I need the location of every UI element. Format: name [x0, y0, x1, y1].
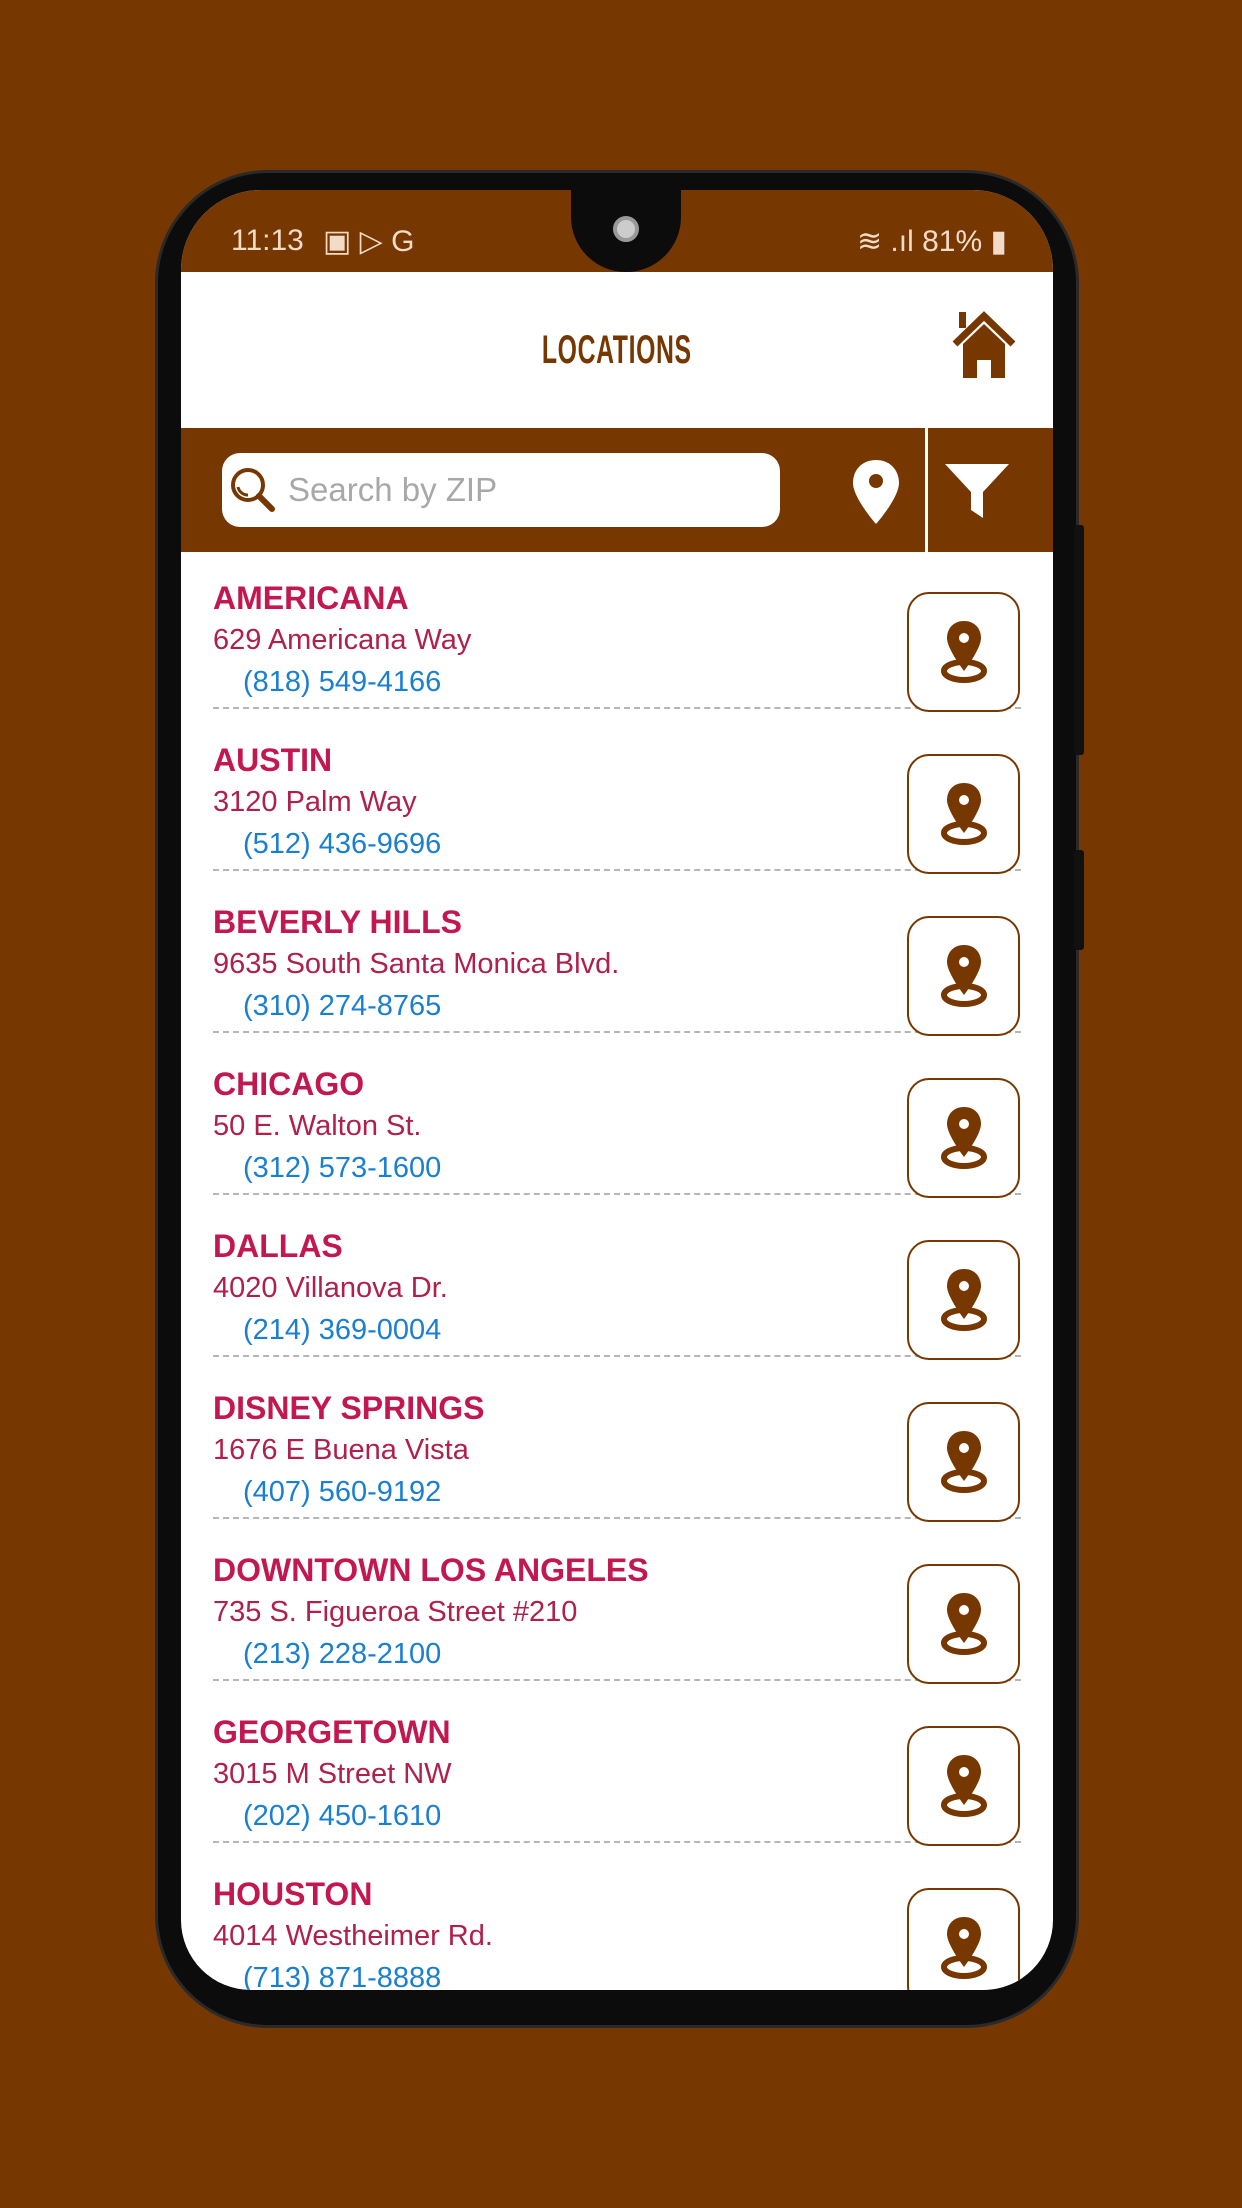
row-divider — [213, 1517, 1021, 1519]
location-address: 1676 E Buena Vista — [213, 1434, 469, 1466]
current-location-icon[interactable] — [851, 458, 901, 526]
map-pin-icon — [940, 1107, 987, 1169]
location-name: HOUSTON — [213, 1876, 373, 1912]
location-name: BEVERLY HILLS — [213, 904, 462, 940]
map-pin-icon — [940, 783, 987, 845]
map-directions-button[interactable] — [907, 1240, 1020, 1360]
map-pin-icon — [940, 1431, 987, 1493]
location-name: AMERICANA — [213, 580, 409, 616]
location-phone-link[interactable]: (818) 549-4166 — [243, 666, 441, 699]
location-address: 50 E. Walton St. — [213, 1110, 422, 1142]
row-divider — [213, 1841, 1021, 1843]
location-address: 629 Americana Way — [213, 624, 472, 656]
page-title: LOCATIONS — [542, 327, 692, 372]
location-address: 4020 Villanova Dr. — [213, 1272, 448, 1304]
location-row[interactable]: BEVERLY HILLS 9635 South Santa Monica Bl… — [181, 876, 1053, 1038]
location-address: 3015 M Street NW — [213, 1758, 452, 1790]
search-icon — [231, 468, 275, 512]
location-phone-link[interactable]: (512) 436-9696 — [243, 828, 441, 861]
status-right: ≋ .ıl 81% ▮ — [857, 224, 1007, 259]
map-directions-button[interactable] — [907, 1888, 1020, 1990]
row-divider — [213, 1679, 1021, 1681]
location-name: AUSTIN — [213, 742, 333, 778]
location-address: 4014 Westheimer Rd. — [213, 1920, 493, 1952]
map-directions-button[interactable] — [907, 592, 1020, 712]
location-row[interactable]: HOUSTON 4014 Westheimer Rd. (713) 871-88… — [181, 1848, 1053, 1990]
location-row[interactable]: DALLAS 4020 Villanova Dr. (214) 369-0004 — [181, 1200, 1053, 1362]
row-divider — [213, 1031, 1021, 1033]
power-button — [1074, 850, 1084, 950]
location-row[interactable]: DISNEY SPRINGS 1676 E Buena Vista (407) … — [181, 1362, 1053, 1524]
location-name: DISNEY SPRINGS — [213, 1390, 485, 1426]
location-row[interactable]: AUSTIN 3120 Palm Way (512) 436-9696 — [181, 714, 1053, 876]
location-phone-link[interactable]: (202) 450-1610 — [243, 1800, 441, 1833]
location-phone-link[interactable]: (713) 871-8888 — [243, 1962, 441, 1990]
map-pin-icon — [940, 1269, 987, 1331]
map-directions-button[interactable] — [907, 1078, 1020, 1198]
map-pin-icon — [940, 621, 987, 683]
location-row[interactable]: CHICAGO 50 E. Walton St. (312) 573-1600 — [181, 1038, 1053, 1200]
map-directions-button[interactable] — [907, 754, 1020, 874]
location-phone-link[interactable]: (407) 560-9192 — [243, 1476, 441, 1509]
status-notification-icons: ▣ ▷ G — [323, 225, 415, 258]
location-list: AMERICANA 629 Americana Way (818) 549-41… — [181, 552, 1053, 1990]
location-address: 735 S. Figueroa Street #210 — [213, 1596, 578, 1628]
location-phone-link[interactable]: (310) 274-8765 — [243, 990, 441, 1023]
row-divider — [213, 1193, 1021, 1195]
location-name: CHICAGO — [213, 1066, 365, 1102]
status-time: 11:13 — [231, 224, 304, 257]
battery-icon: ▮ — [982, 225, 1007, 258]
map-directions-button[interactable] — [907, 1564, 1020, 1684]
camera-icon — [613, 216, 639, 242]
row-divider — [213, 1355, 1021, 1357]
battery-level: 81% — [922, 225, 983, 258]
location-row[interactable]: GEORGETOWN 3015 M Street NW (202) 450-16… — [181, 1686, 1053, 1848]
map-pin-icon — [940, 945, 987, 1007]
divider — [925, 428, 928, 552]
home-icon[interactable] — [949, 310, 1019, 380]
location-name: GEORGETOWN — [213, 1714, 451, 1750]
location-phone-link[interactable]: (213) 228-2100 — [243, 1638, 441, 1671]
location-name: DOWNTOWN LOS ANGELES — [213, 1552, 649, 1588]
wifi-signal-icon: ≋ .ıl — [856, 225, 923, 258]
map-directions-button[interactable] — [907, 1726, 1020, 1846]
screen: 11:13 ▣ ▷ G ≋ .ıl 81% ▮ LOCATIONS AMERIC… — [181, 190, 1053, 1990]
location-row[interactable]: DOWNTOWN LOS ANGELES 735 S. Figueroa Str… — [181, 1524, 1053, 1686]
row-divider — [213, 869, 1021, 871]
camera-notch — [571, 190, 681, 272]
filter-icon[interactable] — [943, 462, 1011, 520]
location-name: DALLAS — [213, 1228, 343, 1264]
location-address: 3120 Palm Way — [213, 786, 417, 818]
zip-search-input[interactable] — [288, 471, 738, 509]
map-directions-button[interactable] — [907, 1402, 1020, 1522]
status-bar: 11:13 ▣ ▷ G ≋ .ıl 81% ▮ — [181, 190, 1053, 272]
map-pin-icon — [940, 1593, 987, 1655]
search-box — [222, 453, 780, 527]
location-row[interactable]: AMERICANA 629 Americana Way (818) 549-41… — [181, 552, 1053, 714]
search-bar — [181, 428, 1053, 552]
row-divider — [213, 707, 1021, 709]
location-phone-link[interactable]: (214) 369-0004 — [243, 1314, 441, 1347]
app-header: LOCATIONS — [181, 272, 1053, 428]
volume-button — [1074, 525, 1084, 755]
location-address: 9635 South Santa Monica Blvd. — [213, 948, 620, 980]
map-pin-icon — [940, 1755, 987, 1817]
map-pin-icon — [940, 1917, 987, 1979]
map-directions-button[interactable] — [907, 916, 1020, 1036]
location-phone-link[interactable]: (312) 573-1600 — [243, 1152, 441, 1185]
